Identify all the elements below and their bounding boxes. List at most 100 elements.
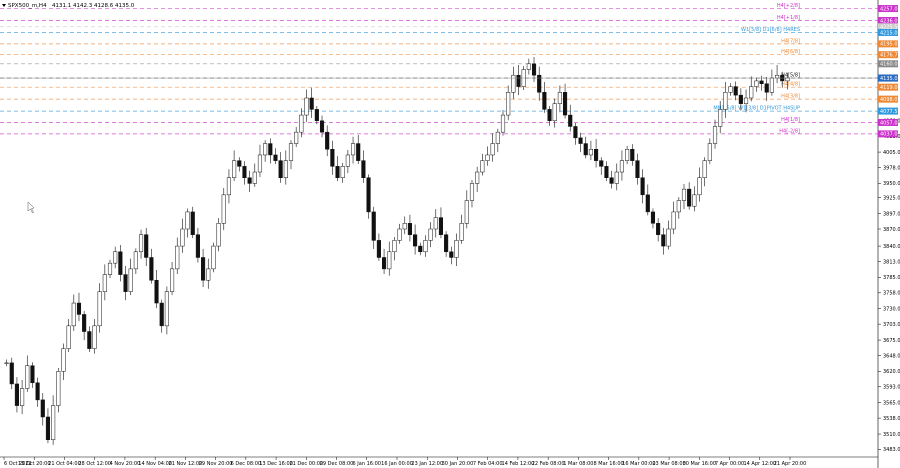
bear-candle xyxy=(144,234,149,258)
bear-candle xyxy=(733,86,738,96)
bull-candle xyxy=(464,200,469,224)
x-tick-label: 21 Nov 12:00 xyxy=(169,461,203,467)
bear-candle xyxy=(764,83,769,93)
bear-candle xyxy=(45,416,51,441)
bull-candle xyxy=(252,171,257,184)
bull-candle xyxy=(283,160,288,178)
bull-candle xyxy=(294,131,299,144)
y-tick-label: 3538.0 xyxy=(883,416,900,422)
bear-candle xyxy=(82,314,87,332)
bull-candle xyxy=(692,194,697,207)
bear-candle xyxy=(650,211,656,224)
bear-candle xyxy=(40,399,45,418)
bull-candle xyxy=(490,143,495,156)
bear-candle xyxy=(87,331,92,349)
bear-candle xyxy=(35,382,40,401)
x-tick-label: 28 Oct 12:00 xyxy=(78,461,111,467)
y-tick-label: 3813.0 xyxy=(883,259,900,265)
bull-candle xyxy=(707,143,712,161)
price-tag-label: 4195.0 xyxy=(880,42,898,48)
bull-candle xyxy=(775,74,780,79)
y-tick-label: 3870.0 xyxy=(883,227,900,233)
bull-candle xyxy=(718,109,723,127)
bear-candle xyxy=(237,160,242,167)
y-tick-label: 3593.0 xyxy=(883,385,900,391)
y-tick-label: 3483.0 xyxy=(883,447,900,453)
bull-candle xyxy=(216,223,221,247)
bull-candle xyxy=(206,268,211,281)
y-tick-label: 3703.0 xyxy=(883,322,900,328)
bull-candle xyxy=(625,149,630,161)
bear-candle xyxy=(630,149,635,161)
bear-candle xyxy=(195,234,200,258)
price-tag-label: 4215.0 xyxy=(880,30,898,36)
x-tick-label: 23 Mar 08:00 xyxy=(652,461,685,467)
x-tick-label: 7 Apr 00:00 xyxy=(715,461,744,467)
bear-candle xyxy=(542,92,547,110)
bull-candle xyxy=(340,166,345,178)
level-label: H4[-2/8] xyxy=(779,128,800,134)
bull-candle xyxy=(288,143,294,161)
bull-candle xyxy=(66,325,71,349)
bear-candle xyxy=(268,143,273,156)
price-tag-label: 4257.0 xyxy=(880,6,898,12)
bear-candle xyxy=(578,137,583,144)
bear-candle xyxy=(366,177,371,213)
bear-candle xyxy=(609,177,614,184)
bull-candle xyxy=(588,149,593,156)
bear-candle xyxy=(444,234,449,253)
bear-candle xyxy=(30,365,35,384)
bull-candle xyxy=(749,86,754,99)
x-tick-label: 22 Feb 08:00 xyxy=(532,461,565,467)
bear-candle xyxy=(604,166,609,178)
bear-candle xyxy=(687,188,692,207)
bull-candle xyxy=(469,183,475,201)
y-tick-label: 3785.0 xyxy=(883,275,900,281)
bull-candle xyxy=(769,77,774,93)
bull-candle xyxy=(263,143,268,156)
chart-header: SPX500_m,H4 4131.1 4142.3 4128.6 4135.0 xyxy=(2,3,135,9)
bear-candle xyxy=(278,160,283,178)
bull-candle xyxy=(345,154,350,167)
bull-candle xyxy=(392,240,397,253)
price-chart[interactable]: H4[+2/8] H4[+1/8] W1[5/8] D1[6/8] H4RES H4[… xyxy=(0,0,900,468)
bull-candle xyxy=(211,245,216,270)
bear-candle xyxy=(159,302,164,327)
y-tick-label: 3950.0 xyxy=(883,181,900,187)
bull-candle xyxy=(397,228,402,241)
bull-candle xyxy=(723,92,728,110)
bull-candle xyxy=(180,228,185,247)
bull-candle xyxy=(25,365,30,389)
bull-candle xyxy=(671,211,676,230)
bear-candle xyxy=(418,245,423,253)
bear-candle xyxy=(640,177,645,196)
bear-candle xyxy=(562,92,568,116)
bull-candle xyxy=(71,302,76,327)
bull-candle xyxy=(500,114,506,133)
x-tick-label: 4 Nov 20:00 xyxy=(110,461,141,467)
bear-candle xyxy=(594,149,599,161)
bull-candle xyxy=(697,177,702,196)
bear-candle xyxy=(247,177,252,184)
x-tick-label: 21 Dec 00:00 xyxy=(289,461,323,467)
bear-candle xyxy=(242,166,247,178)
x-tick-label: 6 Jan 16:00 xyxy=(353,461,381,467)
y-tick-label: 3978.0 xyxy=(883,165,900,171)
bear-candle xyxy=(738,94,743,104)
price-tag-label: 4057.0 xyxy=(880,120,898,126)
bear-candle xyxy=(661,234,666,247)
chart-background xyxy=(0,0,900,468)
current-price-label: 4135.0 xyxy=(880,76,898,82)
bear-candle xyxy=(531,63,537,76)
bull-candle xyxy=(557,92,562,104)
bear-candle xyxy=(568,114,573,127)
bull-candle xyxy=(299,114,304,133)
bear-candle xyxy=(573,126,578,139)
x-tick-label: 16 Mar 00:00 xyxy=(622,461,655,467)
bear-candle xyxy=(656,223,661,235)
y-tick-label: 3925.0 xyxy=(883,195,900,201)
bull-candle xyxy=(226,177,232,196)
ohlc-readout: 4131.1 4142.3 4128.6 4135.0 xyxy=(52,3,135,9)
y-tick-label: 3758.0 xyxy=(883,291,900,297)
bear-candle xyxy=(76,302,82,315)
